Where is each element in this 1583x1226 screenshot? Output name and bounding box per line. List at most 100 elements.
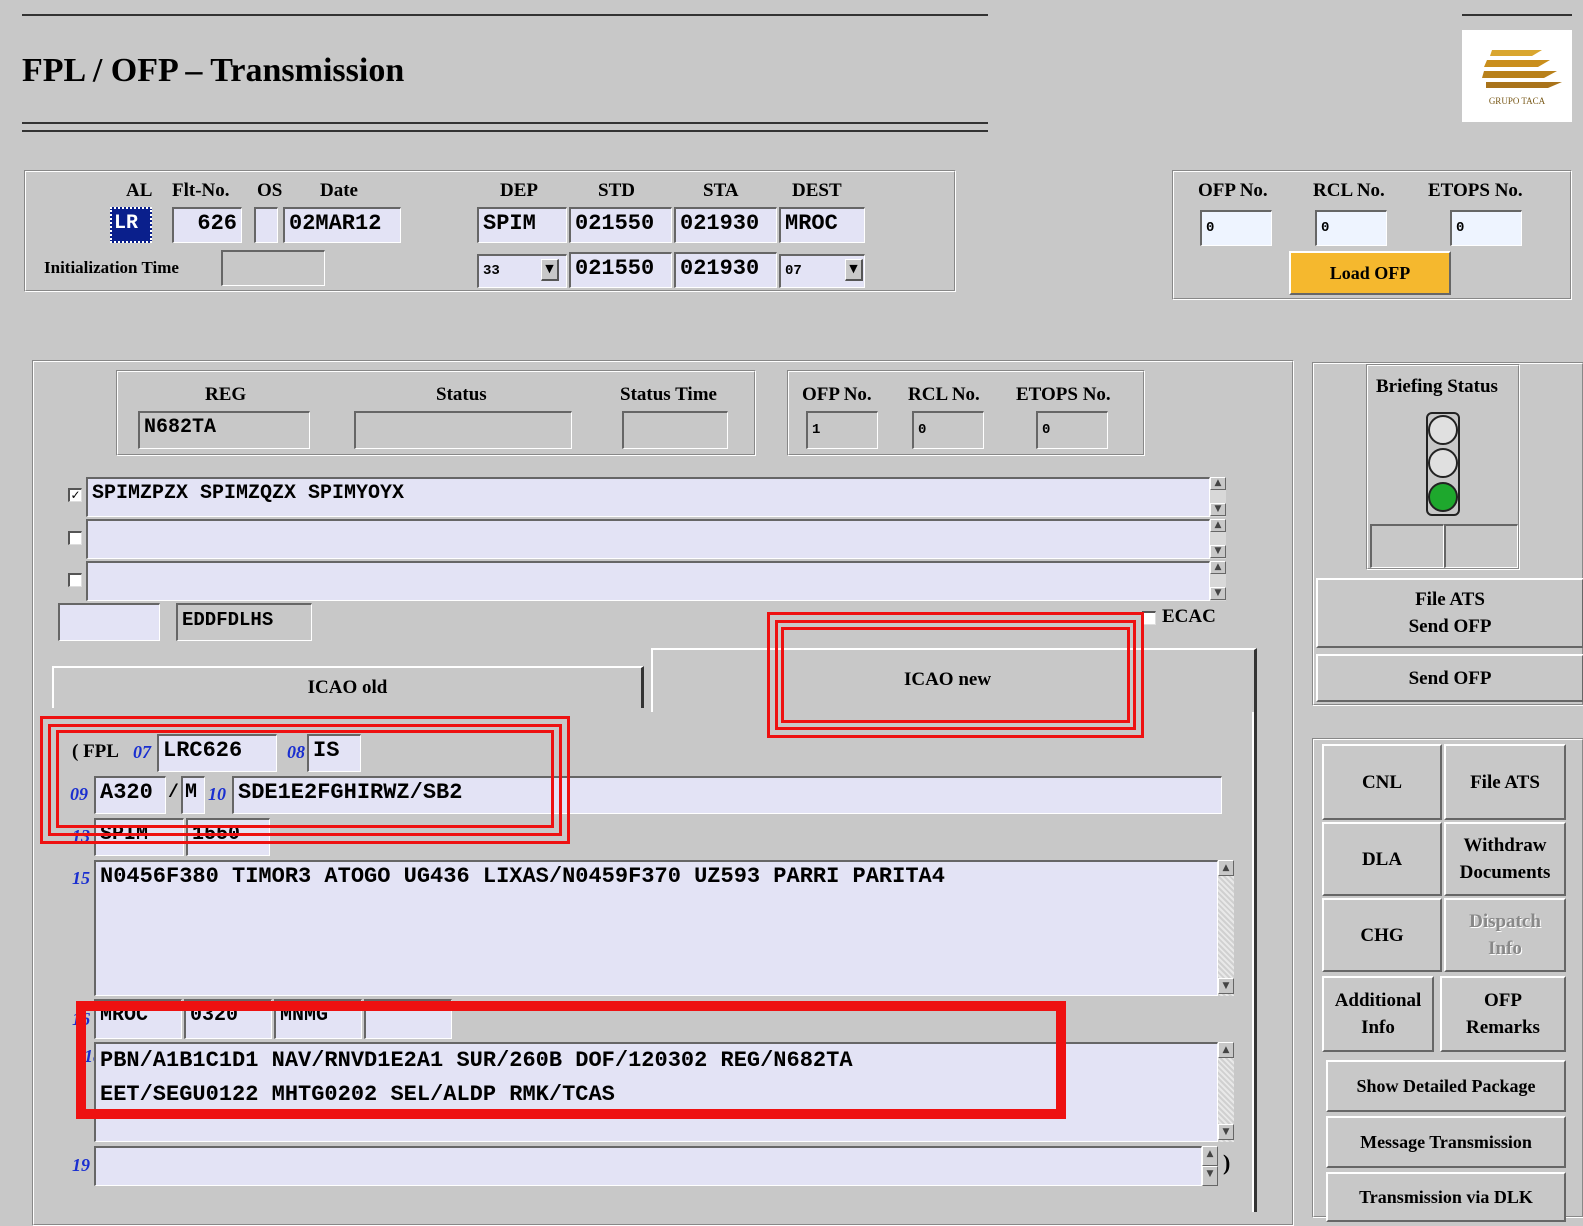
address-3-field[interactable] (86, 561, 1210, 601)
flight-number-field[interactable]: 626 (172, 207, 242, 243)
scroll-down-icon[interactable]: ▼ (1210, 503, 1226, 516)
withdraw-line1: Withdraw (1463, 835, 1547, 856)
sta-label: STA (703, 180, 739, 201)
ecac-checkbox[interactable] (1142, 611, 1156, 625)
reg-etops-no-field[interactable]: 0 (1036, 411, 1108, 449)
departure-time-field[interactable]: 1550 (186, 818, 270, 856)
briefing-left-field (1370, 524, 1444, 568)
reg-etops-no-label: ETOPS No. (1016, 384, 1111, 405)
other-info-line-2: EET/SEGU0122 MHTG0202 SEL/ALDP RMK/TCAS (100, 1082, 615, 1107)
dep-runway-dropdown-icon[interactable]: ▼ (541, 259, 559, 281)
address-3-checkbox[interactable] (68, 573, 82, 587)
alternate-1-field[interactable]: MNMG (274, 999, 362, 1039)
os-field[interactable] (254, 207, 278, 243)
status-field[interactable] (354, 411, 572, 449)
scroll-up-icon[interactable]: ▲ (1218, 860, 1234, 876)
ofp-no-field[interactable]: 0 (1200, 210, 1272, 246)
field-19-number: 19 (72, 1155, 90, 1175)
reg-rcl-no-field[interactable]: 0 (912, 411, 984, 449)
dla-button[interactable]: DLA (1322, 822, 1442, 896)
total-eet-field[interactable]: 0320 (184, 999, 272, 1039)
std-secondary-field[interactable]: 021550 (569, 252, 672, 288)
withdraw-documents-button[interactable]: Withdraw Documents (1444, 822, 1566, 896)
alternate-2-field[interactable] (364, 999, 452, 1039)
address-2-checkbox[interactable] (68, 531, 82, 545)
file-ats-send-ofp-button[interactable]: File ATS Send OFP (1316, 578, 1583, 648)
etops-no-field[interactable]: 0 (1450, 210, 1522, 246)
show-detailed-package-button[interactable]: Show Detailed Package (1326, 1060, 1566, 1112)
route-field[interactable]: N0456F380 TIMOR3 ATOGO UG436 LIXAS/N0459… (94, 860, 1218, 996)
other-info-scrollbar[interactable]: ▲ ▼ (1218, 1042, 1234, 1142)
cnl-button[interactable]: CNL (1322, 744, 1442, 820)
scroll-up-icon[interactable]: ▲ (1210, 477, 1226, 490)
scroll-up-icon[interactable]: ▲ (1210, 519, 1226, 532)
sta-secondary-field[interactable]: 021930 (674, 252, 777, 288)
field-08-number: 08 (287, 742, 305, 762)
scroll-down-icon[interactable]: ▼ (1218, 1124, 1234, 1140)
ofp-remarks-button[interactable]: OFP Remarks (1440, 976, 1566, 1052)
withdraw-line2: Documents (1459, 862, 1551, 883)
scroll-down-icon[interactable]: ▼ (1210, 587, 1226, 600)
std-label: STD (598, 180, 635, 201)
dispatch-line2: Info (1488, 938, 1522, 959)
reg-ofp-no-label: OFP No. (802, 384, 872, 405)
dispatch-info-button[interactable]: Dispatch Info (1444, 898, 1566, 972)
traffic-light-green-icon (1428, 482, 1458, 512)
scroll-down-icon[interactable]: ▼ (1202, 1166, 1218, 1186)
rcl-no-field[interactable]: 0 (1315, 210, 1387, 246)
message-transmission-button[interactable]: Message Transmission (1326, 1116, 1566, 1168)
tab-icao-old[interactable]: ICAO old (52, 666, 644, 708)
scroll-down-icon[interactable]: ▼ (1218, 978, 1234, 994)
scroll-down-icon[interactable]: ▼ (1210, 545, 1226, 558)
page-title: FPL / OFP – Transmission (22, 52, 405, 89)
tab-icao-new[interactable]: ICAO new (651, 648, 1257, 712)
aircraft-type-field[interactable]: A320 (94, 776, 166, 814)
field-19-scrollbar[interactable]: ▲ ▼ (1202, 1146, 1218, 1186)
etops-no-label: ETOPS No. (1428, 180, 1523, 201)
tab-panel-border (1254, 712, 1257, 1212)
route-scrollbar[interactable]: ▲ ▼ (1218, 860, 1234, 996)
equipment-field[interactable]: SDE1E2FGHIRWZ/SB2 (232, 776, 1222, 814)
scroll-up-icon[interactable]: ▲ (1202, 1146, 1218, 1166)
scroll-up-icon[interactable]: ▲ (1218, 1042, 1234, 1058)
supplementary-info-field[interactable] (94, 1146, 1202, 1186)
date-label: Date (320, 180, 358, 201)
chg-button[interactable]: CHG (1322, 898, 1442, 972)
address-3-scrollbar[interactable]: ▲ ▼ (1210, 561, 1226, 601)
originator-field[interactable]: EDDFDLHS (176, 603, 312, 641)
date-field[interactable]: 02MAR12 (283, 207, 401, 243)
load-ofp-button[interactable]: Load OFP (1289, 251, 1451, 295)
file-ats-button[interactable]: File ATS (1444, 744, 1566, 820)
dest-field[interactable]: MROC (779, 207, 865, 243)
ofp-remarks-line2: Remarks (1466, 1017, 1540, 1038)
dest-runway-dropdown-icon[interactable]: ▼ (845, 259, 863, 281)
init-time-field[interactable] (221, 250, 325, 286)
transmission-via-dlk-button[interactable]: Transmission via DLK (1326, 1172, 1566, 1222)
address-2-scrollbar[interactable]: ▲ ▼ (1210, 519, 1226, 559)
std-field[interactable]: 021550 (569, 207, 672, 243)
departure-aerodrome-field[interactable]: SPIM (94, 818, 184, 856)
flight-rules-field[interactable]: IS (307, 734, 361, 772)
scroll-up-icon[interactable]: ▲ (1210, 561, 1226, 574)
status-time-label: Status Time (620, 384, 717, 405)
originator-prefix-field[interactable] (58, 603, 160, 641)
address-1-checkbox[interactable]: ✓ (68, 488, 82, 502)
callsign-field[interactable]: LRC626 (157, 734, 277, 772)
additional-info-button[interactable]: Additional Info (1322, 976, 1434, 1052)
sta-field[interactable]: 021930 (674, 207, 777, 243)
status-time-field[interactable] (622, 411, 728, 449)
airline-field[interactable]: LR (110, 207, 152, 243)
other-information-field[interactable]: PBN/A1B1C1D1 NAV/RNVD1E2A1 SUR/260B DOF/… (94, 1042, 1218, 1142)
status-label: Status (436, 384, 487, 405)
destination-aerodrome-field[interactable]: MROC (94, 999, 182, 1039)
address-1-scrollbar[interactable]: ▲ ▼ (1210, 477, 1226, 517)
wake-category-field[interactable]: M (181, 776, 205, 814)
reg-field[interactable]: N682TA (138, 411, 310, 449)
dest-label: DEST (792, 180, 842, 201)
address-1-field[interactable]: SPIMZPZX SPIMZQZX SPIMYOYX (86, 477, 1210, 517)
address-2-field[interactable] (86, 519, 1210, 559)
reg-ofp-no-field[interactable]: 1 (806, 411, 878, 449)
file-ats-send-ofp-line1: File ATS (1415, 589, 1485, 610)
dep-field[interactable]: SPIM (477, 207, 567, 243)
send-ofp-button[interactable]: Send OFP (1316, 654, 1583, 702)
